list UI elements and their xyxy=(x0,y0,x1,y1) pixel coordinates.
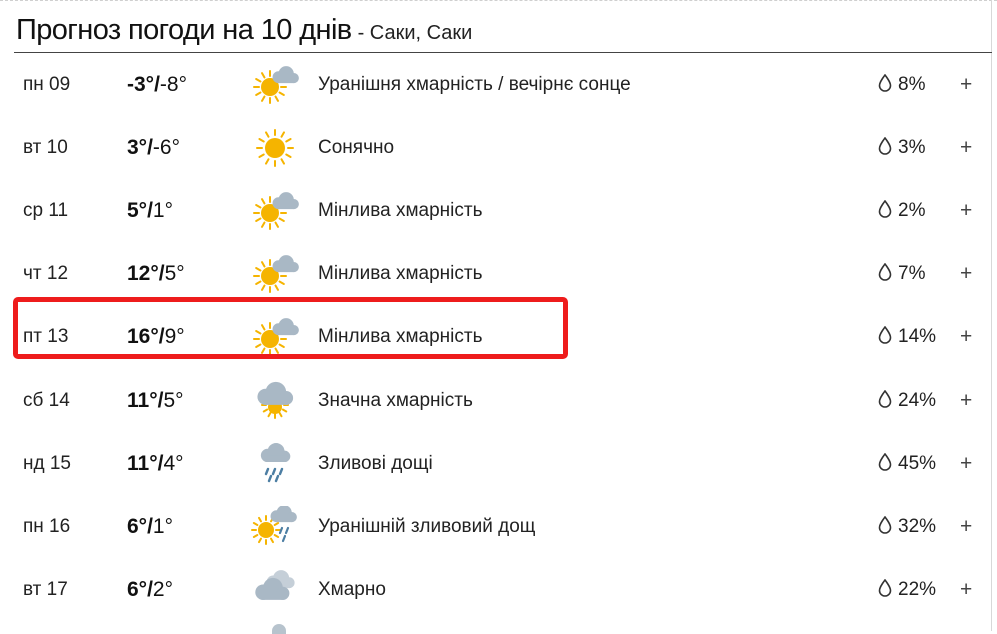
precipitation-value: 8% xyxy=(898,73,926,95)
weather-description: Мінлива хмарність xyxy=(318,263,483,285)
raindrop-icon xyxy=(878,452,898,474)
weather-description: Уранішня хмарність / вечірнє сонце xyxy=(318,73,631,95)
precipitation: 3% xyxy=(878,136,926,159)
day-temperature: 11°/5° xyxy=(127,389,184,413)
precipitation-value: 22% xyxy=(898,579,937,601)
expand-button[interactable]: + xyxy=(960,136,972,160)
day-temperature: 11°/4° xyxy=(127,452,184,476)
temp-high: -3° xyxy=(127,72,155,96)
precipitation: 14% xyxy=(878,326,936,348)
temp-low: -6° xyxy=(152,135,180,159)
expand-button[interactable]: + xyxy=(960,515,972,539)
precipitation-value: 2% xyxy=(898,199,926,221)
day-temperature: 6°/1° xyxy=(127,515,173,539)
forecast-header: Прогноз погоди на 10 днів - Саки, Саки xyxy=(16,14,472,50)
weather-description: Хмарно xyxy=(318,579,386,601)
temp-high: 5° xyxy=(127,198,148,222)
sun-cloud-icon xyxy=(250,253,300,295)
day-temperature: -3°/-8° xyxy=(127,73,187,97)
precipitation-value: 7% xyxy=(898,263,926,285)
temp-low: 4° xyxy=(163,451,184,475)
day-temperature: 12°/5° xyxy=(127,262,185,286)
temp-low: 1° xyxy=(152,514,173,538)
day-date: пн 09 xyxy=(23,73,71,95)
day-date: ср 11 xyxy=(23,199,69,221)
raindrop-icon xyxy=(878,515,898,537)
location-subtitle: - Саки, Саки xyxy=(357,22,473,44)
day-date: вт 10 xyxy=(23,136,68,158)
temp-high: 3° xyxy=(127,135,148,159)
precipitation: 45% xyxy=(878,452,937,475)
expand-button[interactable]: + xyxy=(960,73,972,97)
temp-low: 2° xyxy=(152,578,173,602)
weather-description: Мінлива хмарність xyxy=(318,199,483,221)
raindrop-icon xyxy=(878,136,898,158)
precipitation-value: 14% xyxy=(898,326,937,348)
raindrop-icon xyxy=(878,389,898,411)
forecast-row[interactable]: пн 09 -3°/-8° Уранішня хмарність / вечір… xyxy=(0,53,990,116)
rain-cloud-icon xyxy=(250,442,300,485)
sun-cloud-icon xyxy=(250,190,300,232)
weather-description: Зливові дощі xyxy=(318,452,433,474)
precipitation-value: 32% xyxy=(898,515,937,537)
sun-icon xyxy=(250,127,300,169)
expand-button[interactable]: + xyxy=(960,578,972,602)
clouds-icon xyxy=(250,569,300,611)
precipitation: 8% xyxy=(878,73,926,96)
expand-button[interactable]: + xyxy=(960,262,972,286)
day-temperature: 5°/1° xyxy=(127,199,173,223)
expand-button[interactable]: + xyxy=(960,325,972,349)
highlight-box xyxy=(13,297,568,359)
raindrop-icon xyxy=(878,199,898,221)
day-date: чт 12 xyxy=(23,263,69,285)
sun-rain-cloud-icon xyxy=(250,505,300,548)
raindrop-icon xyxy=(878,73,898,95)
temp-low: 5° xyxy=(163,388,184,412)
precipitation: 32% xyxy=(878,515,937,538)
temp-high: 12° xyxy=(127,262,159,286)
day-date: сб 14 xyxy=(23,389,70,411)
raindrop-icon xyxy=(878,579,898,600)
forecast-row[interactable]: пн 16 6°/1° Уранішній зливовий дощ 32% + xyxy=(0,495,990,558)
expand-button[interactable]: + xyxy=(960,389,972,413)
day-temperature: 3°/-6° xyxy=(127,136,180,160)
expand-button[interactable]: + xyxy=(960,199,972,223)
forecast-row[interactable]: сб 14 11°/5° Значна хмарність 24% + xyxy=(0,369,990,432)
forecast-row[interactable]: вт 10 3°/-6° Сонячно 3% + xyxy=(0,116,990,179)
temp-low: 5° xyxy=(164,262,185,286)
expand-button[interactable]: + xyxy=(960,452,972,476)
weather-description: Уранішній зливовий дощ xyxy=(318,515,536,537)
precipitation-value: 3% xyxy=(898,136,926,158)
forecast-row[interactable]: вт 17 6°/2° Хмарно 22% + xyxy=(0,559,990,622)
precipitation: 2% xyxy=(878,199,926,222)
precipitation: 24% xyxy=(878,389,937,412)
precipitation-value: 45% xyxy=(898,452,937,474)
temp-high: 11° xyxy=(127,388,158,412)
precipitation-value: 24% xyxy=(898,389,937,411)
temp-high: 11° xyxy=(127,451,158,475)
page-title: Прогноз погоди на 10 днів xyxy=(16,14,352,46)
top-dashed-border xyxy=(0,0,997,2)
next-row-icon-peek xyxy=(272,624,286,634)
temp-high: 6° xyxy=(127,514,148,538)
day-date: пн 16 xyxy=(23,515,71,537)
cloud-sun-below-icon xyxy=(250,380,300,422)
raindrop-icon xyxy=(878,326,898,347)
weather-description: Значна хмарність xyxy=(318,389,473,411)
weather-description: Сонячно xyxy=(318,136,395,158)
temp-low: -8° xyxy=(159,72,187,96)
day-temperature: 6°/2° xyxy=(127,578,173,602)
sun-cloud-icon xyxy=(250,64,300,106)
day-date: нд 15 xyxy=(23,452,71,474)
raindrop-icon xyxy=(878,263,898,284)
temp-high: 6° xyxy=(127,578,148,602)
precipitation: 22% xyxy=(878,579,936,601)
temp-low: 1° xyxy=(152,198,173,222)
precipitation: 7% xyxy=(878,263,925,285)
day-date: вт 17 xyxy=(23,579,68,601)
forecast-row[interactable]: нд 15 11°/4° Зливові дощі 45% + xyxy=(0,432,990,495)
right-divider xyxy=(991,0,992,631)
forecast-row[interactable]: ср 11 5°/1° Мінлива хмарність 2% + xyxy=(0,179,990,242)
